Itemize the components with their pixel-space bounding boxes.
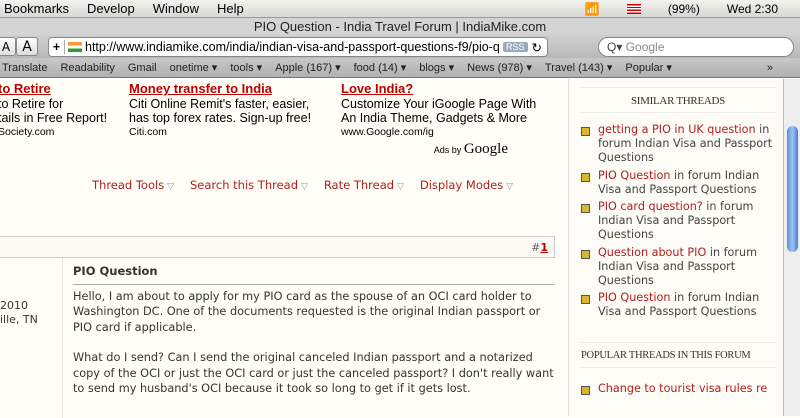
ad-love-india[interactable]: Love India? Customize Your iGoogle Page … <box>341 82 536 139</box>
scrollbar[interactable] <box>783 79 800 416</box>
search-icon: Q▾ <box>607 40 626 54</box>
sidebar: SIMILAR THREADS getting a PIO in UK ques… <box>568 79 783 416</box>
bookmark-readability[interactable]: Readability <box>60 62 114 74</box>
thread-link[interactable]: PIO card question? <box>598 200 703 213</box>
list-item: Change to tourist visa rules re <box>569 382 783 396</box>
address-bar[interactable]: + http://www.indiamike.com/india/indian-… <box>48 37 548 57</box>
menu-bookmarks[interactable]: Bookmarks <box>4 1 69 16</box>
bookmark-gmail[interactable]: Gmail <box>128 62 157 74</box>
bookmark-tools[interactable]: tools ▾ <box>230 61 262 74</box>
ad-money-transfer[interactable]: Money transfer to India Citi Online Remi… <box>129 82 311 139</box>
bookmark-travel[interactable]: Travel (143) ▾ <box>545 61 612 74</box>
similar-threads-heading: SIMILAR THREADS <box>579 87 777 113</box>
bookmarks-bar: Translate Readability Gmail onetime ▾ to… <box>0 58 800 78</box>
post-body: PIO Question Hello, I am about to apply … <box>62 258 555 418</box>
rate-thread-menu[interactable]: Rate Thread <box>324 178 404 192</box>
ads-by-google[interactable]: Ads by Google <box>434 141 508 158</box>
display-modes-menu[interactable]: Display Modes <box>420 178 513 192</box>
bookmark-food[interactable]: food (14) ▾ <box>354 61 407 74</box>
list-item: PIO Question in forum Indian Visa and Pa… <box>569 291 783 319</box>
bookmark-blogs[interactable]: blogs ▾ <box>419 61 454 74</box>
font-larger-button[interactable]: A <box>16 37 38 56</box>
menu-develop[interactable]: Develop <box>87 1 135 16</box>
browser-toolbar: A A + http://www.indiamike.com/india/ind… <box>0 35 800 58</box>
list-item: PIO card question? in forum Indian Visa … <box>569 200 783 243</box>
bookmark-news[interactable]: News (978) ▾ <box>467 61 532 74</box>
more-bookmarks-icon[interactable]: » <box>767 62 773 74</box>
list-item: Question about PIO in forum Indian Visa … <box>569 246 783 289</box>
bookmark-popular[interactable]: Popular ▾ <box>625 61 672 74</box>
post-paragraph: What do I send? Can I send the original … <box>73 351 554 395</box>
add-bookmark-button[interactable]: + <box>49 40 65 54</box>
search-thread-menu[interactable]: Search this Thread <box>190 178 308 192</box>
thread-link[interactable]: PIO Question <box>598 169 670 182</box>
post-header: #1 <box>0 236 555 258</box>
user-info: 2010 ille, TN <box>0 299 38 326</box>
thread-toolbar: Thread Tools Search this Thread Rate Thr… <box>92 178 513 192</box>
battery-level[interactable]: (99%) <box>668 2 700 16</box>
font-smaller-button[interactable]: A <box>0 37 16 56</box>
window-title: PIO Question - India Travel Forum | Indi… <box>0 18 800 35</box>
wifi-icon[interactable]: 📶 <box>585 2 600 16</box>
thread-link[interactable]: getting a PIO in UK question <box>598 123 756 136</box>
rss-button[interactable]: RSS <box>503 42 528 52</box>
thread-link[interactable]: Change to tourist visa rules re <box>598 382 767 395</box>
thread-link[interactable]: Question about PIO <box>598 246 706 259</box>
thread-link[interactable]: PIO Question <box>598 291 670 304</box>
list-item: PIO Question in forum Indian Visa and Pa… <box>569 169 783 197</box>
india-flag-favicon-icon <box>68 42 82 52</box>
bookmark-translate[interactable]: Translate <box>2 62 47 74</box>
popular-threads-heading: POPULAR THREADS IN THIS FORUM <box>579 341 777 368</box>
menu-help[interactable]: Help <box>217 1 244 16</box>
url-text[interactable]: http://www.indiamike.com/india/indian-vi… <box>85 40 499 54</box>
thread-tools-menu[interactable]: Thread Tools <box>92 178 174 192</box>
ad-retire[interactable]: to Retire to Retire for tails in Free Rep… <box>0 82 107 139</box>
post-paragraph: Hello, I am about to apply for my PIO ca… <box>73 289 541 334</box>
post-title: PIO Question <box>73 264 555 285</box>
bookmark-onetime[interactable]: onetime ▾ <box>170 61 218 74</box>
menu-window[interactable]: Window <box>153 1 199 16</box>
scrollbar-thumb[interactable] <box>787 126 798 252</box>
flag-icon[interactable] <box>626 3 641 14</box>
list-item: getting a PIO in UK question in forum In… <box>569 123 783 166</box>
main-content: to Retire to Retire for tails in Free Rep… <box>0 79 568 418</box>
reload-icon[interactable]: ↻ <box>532 40 542 55</box>
search-input[interactable]: Q▾ Google <box>598 37 794 57</box>
clock[interactable]: Wed 2:30 <box>727 2 778 16</box>
post-number[interactable]: #1 <box>531 241 548 254</box>
menu-bar: Bookmarks Develop Window Help 📶 (99%) We… <box>0 0 800 18</box>
bookmark-apple[interactable]: Apple (167) ▾ <box>275 61 340 74</box>
